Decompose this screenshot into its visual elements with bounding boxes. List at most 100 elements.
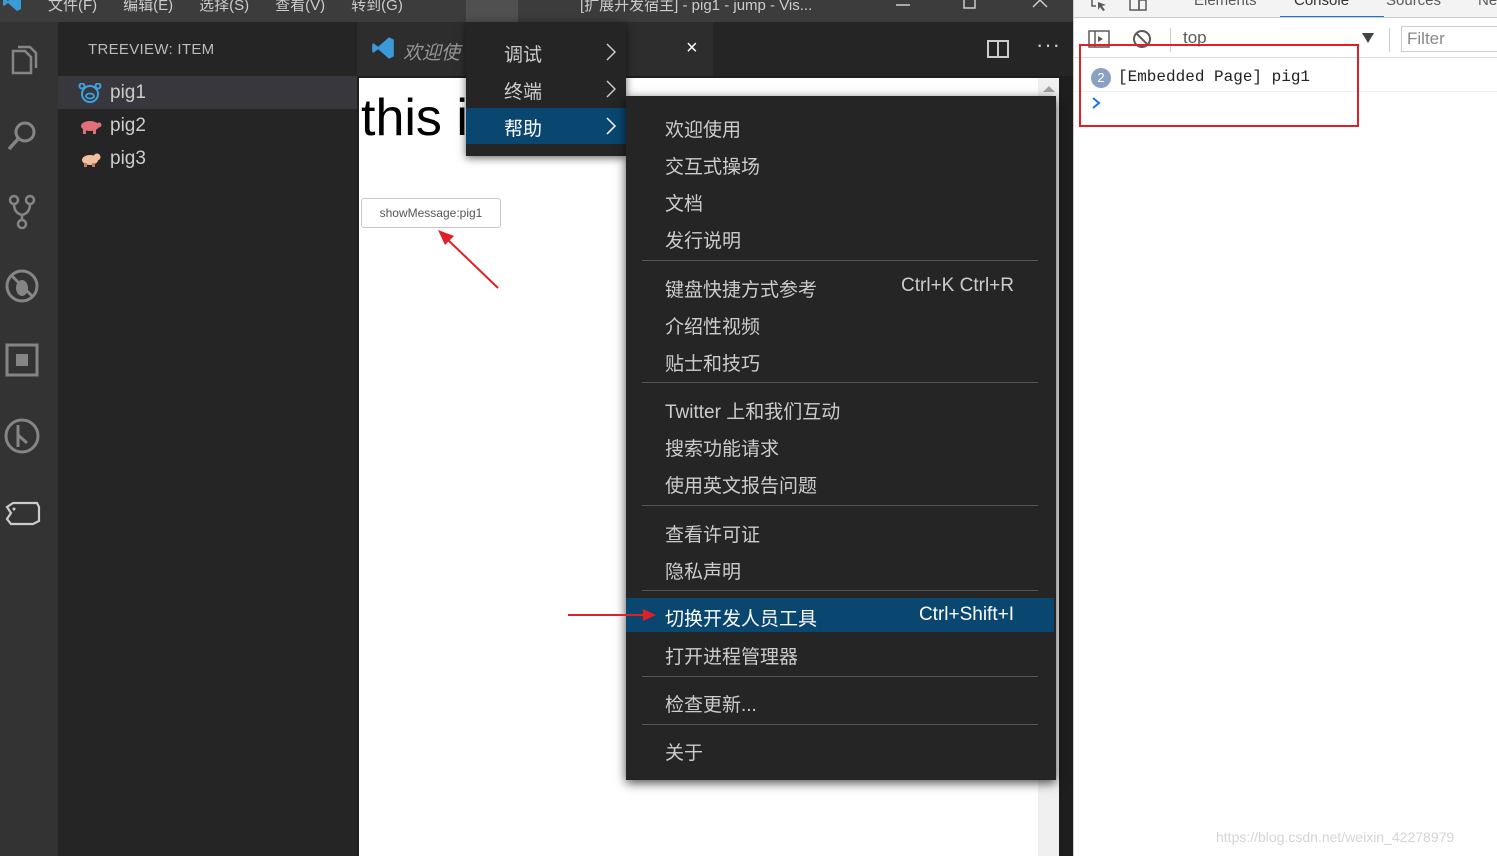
dropdown-arrow-icon[interactable] <box>1362 33 1374 43</box>
remote-button[interactable] <box>0 414 44 458</box>
menu-go[interactable]: 转到(G) <box>351 0 403 15</box>
menu-more-button[interactable]: ··· <box>466 0 518 22</box>
tree-item-label: pig2 <box>110 114 146 136</box>
menu-item-welcome[interactable]: 欢迎使用 <box>626 109 1054 143</box>
tree-item-pig2[interactable]: pig2 <box>58 109 357 142</box>
menu-item-release-notes[interactable]: 发行说明 <box>626 220 1054 254</box>
menu-item-keyboard-reference[interactable]: 键盘快捷方式参考 Ctrl+K Ctrl+R <box>626 269 1054 303</box>
minimize-icon[interactable] <box>893 0 913 10</box>
annotation-highlight-box <box>1079 44 1359 127</box>
menu-item-process-explorer[interactable]: 打开进程管理器 <box>626 636 1054 670</box>
tree-item-label: pig1 <box>110 81 146 103</box>
help-menu: 欢迎使用 交互式操场 文档 发行说明 键盘快捷方式参考 Ctrl+K Ctrl+R… <box>626 96 1056 780</box>
menu-item-playground[interactable]: 交互式操场 <box>626 146 1054 180</box>
menu-item-label: 隐私声明 <box>665 562 742 583</box>
menu-separator <box>642 382 1038 383</box>
window-title: [扩展开发宿主] - pig1 - jump - Vis... <box>580 0 813 14</box>
menu-item-shortcut: Ctrl+Shift+I <box>918 604 1014 625</box>
menu-item-label: Twitter 上和我们互动 <box>665 402 841 423</box>
menu-item-label: 贴士和技巧 <box>665 354 761 375</box>
menu-item-label: 欢迎使用 <box>665 120 742 141</box>
activity-bar <box>0 22 58 856</box>
menu-item-label: 交互式操场 <box>665 157 761 178</box>
menu-view[interactable]: 查看(V) <box>275 0 325 15</box>
tree-item-pig3[interactable]: pig3 <box>58 142 357 175</box>
pig-icon <box>82 153 101 167</box>
source-control-icon <box>8 194 36 230</box>
search-button[interactable] <box>0 114 44 158</box>
menu-item-label: 切换开发人员工具 <box>665 609 818 630</box>
source-control-button[interactable] <box>0 190 44 234</box>
menu-file[interactable]: 文件(F) <box>48 0 97 15</box>
menu-item-label: 介绍性视频 <box>665 317 761 338</box>
pig-view-button[interactable] <box>0 490 44 534</box>
menu-item-label: 查看许可证 <box>665 525 761 546</box>
scroll-up-arrow-icon[interactable] <box>1043 86 1055 92</box>
debug-button[interactable] <box>0 264 44 308</box>
webview-heading: this i <box>361 89 468 147</box>
menu-separator <box>642 260 1038 261</box>
sidebar-title: TREEVIEW: ITEM <box>88 41 215 58</box>
tab-sources[interactable]: Sources <box>1386 0 1441 9</box>
menu-item-label: 关于 <box>665 743 704 764</box>
show-message-button[interactable]: showMessage:pig1 <box>361 198 501 228</box>
menu-item-feature-requests[interactable]: 搜索功能请求 <box>626 428 1054 462</box>
tab-elements[interactable]: Elements <box>1194 0 1257 9</box>
menu-item-label: 调试 <box>504 45 543 66</box>
menu-item-docs[interactable]: 文档 <box>626 183 1054 217</box>
menu-selection[interactable]: 选择(S) <box>199 0 249 15</box>
vscode-logo-icon <box>3 0 21 11</box>
menu-item-label: 文档 <box>665 194 704 215</box>
chevron-right-icon <box>606 80 616 98</box>
menu-item-tips[interactable]: 贴士和技巧 <box>626 343 1054 377</box>
close-window-icon[interactable] <box>1030 0 1050 10</box>
menu-debug[interactable]: 调试 <box>466 34 626 70</box>
menu-item-check-updates[interactable]: 检查更新... <box>626 684 1054 718</box>
menu-item-license[interactable]: 查看许可证 <box>626 514 1054 548</box>
debug-icon <box>5 269 39 303</box>
tab-close-button[interactable]: × <box>686 37 698 60</box>
tab-label: 欢迎使 <box>403 43 461 64</box>
menu-separator <box>642 724 1038 725</box>
split-editor-icon[interactable] <box>987 40 1009 58</box>
extensions-button[interactable] <box>0 338 44 382</box>
filter-input[interactable]: Filter <box>1401 26 1497 52</box>
menu-terminal[interactable]: 终端 <box>466 71 626 107</box>
menu-item-privacy[interactable]: 隐私声明 <box>626 551 1054 585</box>
menu-item-label: 键盘快捷方式参考 <box>665 280 818 301</box>
tree-item-pig1[interactable]: pig1 <box>58 76 357 109</box>
menu-item-intro-videos[interactable]: 介绍性视频 <box>626 306 1054 340</box>
title-bar: 文件(F) 编辑(E) 选择(S) 查看(V) 转到(G) ··· [扩展开发宿… <box>0 0 1073 22</box>
toolbar-divider <box>1389 28 1390 52</box>
device-toolbar-icon[interactable] <box>1128 0 1148 12</box>
tab-network[interactable]: Ne <box>1478 0 1497 9</box>
menu-item-shortcut: Ctrl+K Ctrl+R <box>901 275 1014 296</box>
watermark: https://blog.csdn.net/weixin_42278979 <box>1216 829 1455 845</box>
menu-item-label: 打开进程管理器 <box>665 647 799 668</box>
explorer-button[interactable] <box>0 40 44 84</box>
menu-item-label: 搜索功能请求 <box>665 439 780 460</box>
menu-separator <box>642 676 1038 677</box>
menu-separator <box>642 505 1038 506</box>
menu-item-twitter[interactable]: Twitter 上和我们互动 <box>626 391 1054 425</box>
files-icon <box>11 45 38 75</box>
editor-tab-bar: 欢迎使 × ··· <box>357 22 1073 76</box>
menu-separator <box>642 590 1038 591</box>
menu-item-label: 使用英文报告问题 <box>665 476 818 497</box>
menu-help[interactable]: 帮助 <box>466 108 626 144</box>
menu-item-label: 帮助 <box>504 119 543 140</box>
pig-icon <box>81 120 102 134</box>
more-actions-button[interactable]: ··· <box>1036 32 1061 58</box>
menu-item-about[interactable]: 关于 <box>626 732 1054 766</box>
menu-item-report-issue[interactable]: 使用英文报告问题 <box>626 465 1054 499</box>
devtools-tab-bar: Elements Console Sources Ne <box>1074 0 1497 18</box>
active-tab-indicator <box>1280 16 1384 17</box>
restore-icon[interactable] <box>960 0 980 10</box>
menu-item-label: 检查更新... <box>665 695 757 716</box>
menu-edit[interactable]: 编辑(E) <box>123 0 173 15</box>
tab-console[interactable]: Console <box>1294 0 1349 9</box>
menu-item-toggle-devtools[interactable]: 切换开发人员工具 Ctrl+Shift+I <box>626 598 1054 632</box>
editor-gutter <box>1059 78 1073 856</box>
inspect-element-icon[interactable] <box>1090 0 1110 12</box>
tree-item-label: pig3 <box>110 147 146 169</box>
